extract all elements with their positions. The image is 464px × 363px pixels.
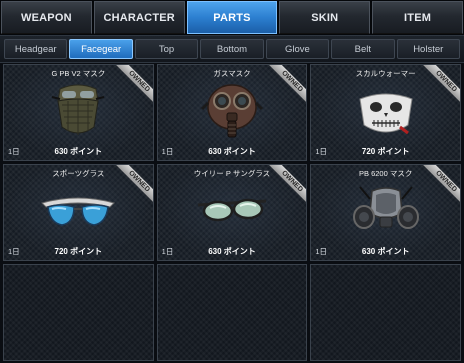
price-label: 630 ポイント: [208, 247, 256, 256]
item-grid: G PB V2 マスク OWNED 1日 630 ポイント ガスマスク OWNE…: [3, 64, 461, 361]
tab-weapon[interactable]: WEAPON: [1, 1, 92, 34]
item-card[interactable]: スポーツグラス OWNED 1日 720 ポイント: [3, 164, 154, 261]
tab-parts[interactable]: PARTS: [186, 1, 278, 34]
subtab-headgear[interactable]: Headgear: [4, 39, 68, 59]
tab-character[interactable]: CHARACTER: [93, 1, 185, 34]
price-label: 630 ポイント: [54, 147, 103, 156]
price-label: 720 ポイント: [361, 147, 410, 156]
price-label: 630 ポイント: [208, 147, 256, 156]
subtab-belt[interactable]: Belt: [331, 39, 395, 59]
price-label: 630 ポイント: [361, 247, 410, 256]
tab-skin[interactable]: SKIN: [279, 1, 371, 34]
item-card[interactable]: G PB V2 マスク OWNED 1日 630 ポイント: [3, 64, 154, 161]
item-card[interactable]: PB 6200 マスク OWNED 1日 630 ポイント: [310, 164, 461, 261]
tab-item[interactable]: ITEM: [372, 1, 463, 34]
skull-mask-icon: [359, 93, 413, 135]
respirator-icon: [352, 186, 419, 229]
subtab-bottom[interactable]: Bottom: [200, 39, 264, 59]
empty-slot: [310, 264, 461, 361]
category-tab-bar: WEAPON CHARACTER PARTS SKIN ITEM: [0, 0, 464, 35]
subcategory-tab-bar: Headgear Facegear Top Bottom Glove Belt …: [0, 35, 464, 63]
tactical-mask-icon: [52, 84, 105, 135]
empty-slot: [3, 264, 154, 361]
item-card[interactable]: ガスマスク OWNED 1日 630 ポイント: [156, 64, 308, 161]
subtab-top[interactable]: Top: [134, 39, 199, 59]
gas-mask-icon: [200, 84, 264, 138]
empty-slot: [156, 264, 308, 361]
item-card[interactable]: ウイリー P サングラス OWNED 1日 630 ポイント: [156, 164, 308, 261]
price-label: 720 ポイント: [54, 247, 103, 256]
sport-glasses-icon: [41, 197, 116, 226]
sunglasses-icon: [197, 198, 267, 222]
subtab-holster[interactable]: Holster: [396, 39, 460, 59]
subtab-glove[interactable]: Glove: [265, 39, 330, 59]
subtab-facegear[interactable]: Facegear: [69, 39, 133, 59]
item-card[interactable]: スカルウォーマー OWNED 1日 720 ポイント: [310, 64, 461, 161]
